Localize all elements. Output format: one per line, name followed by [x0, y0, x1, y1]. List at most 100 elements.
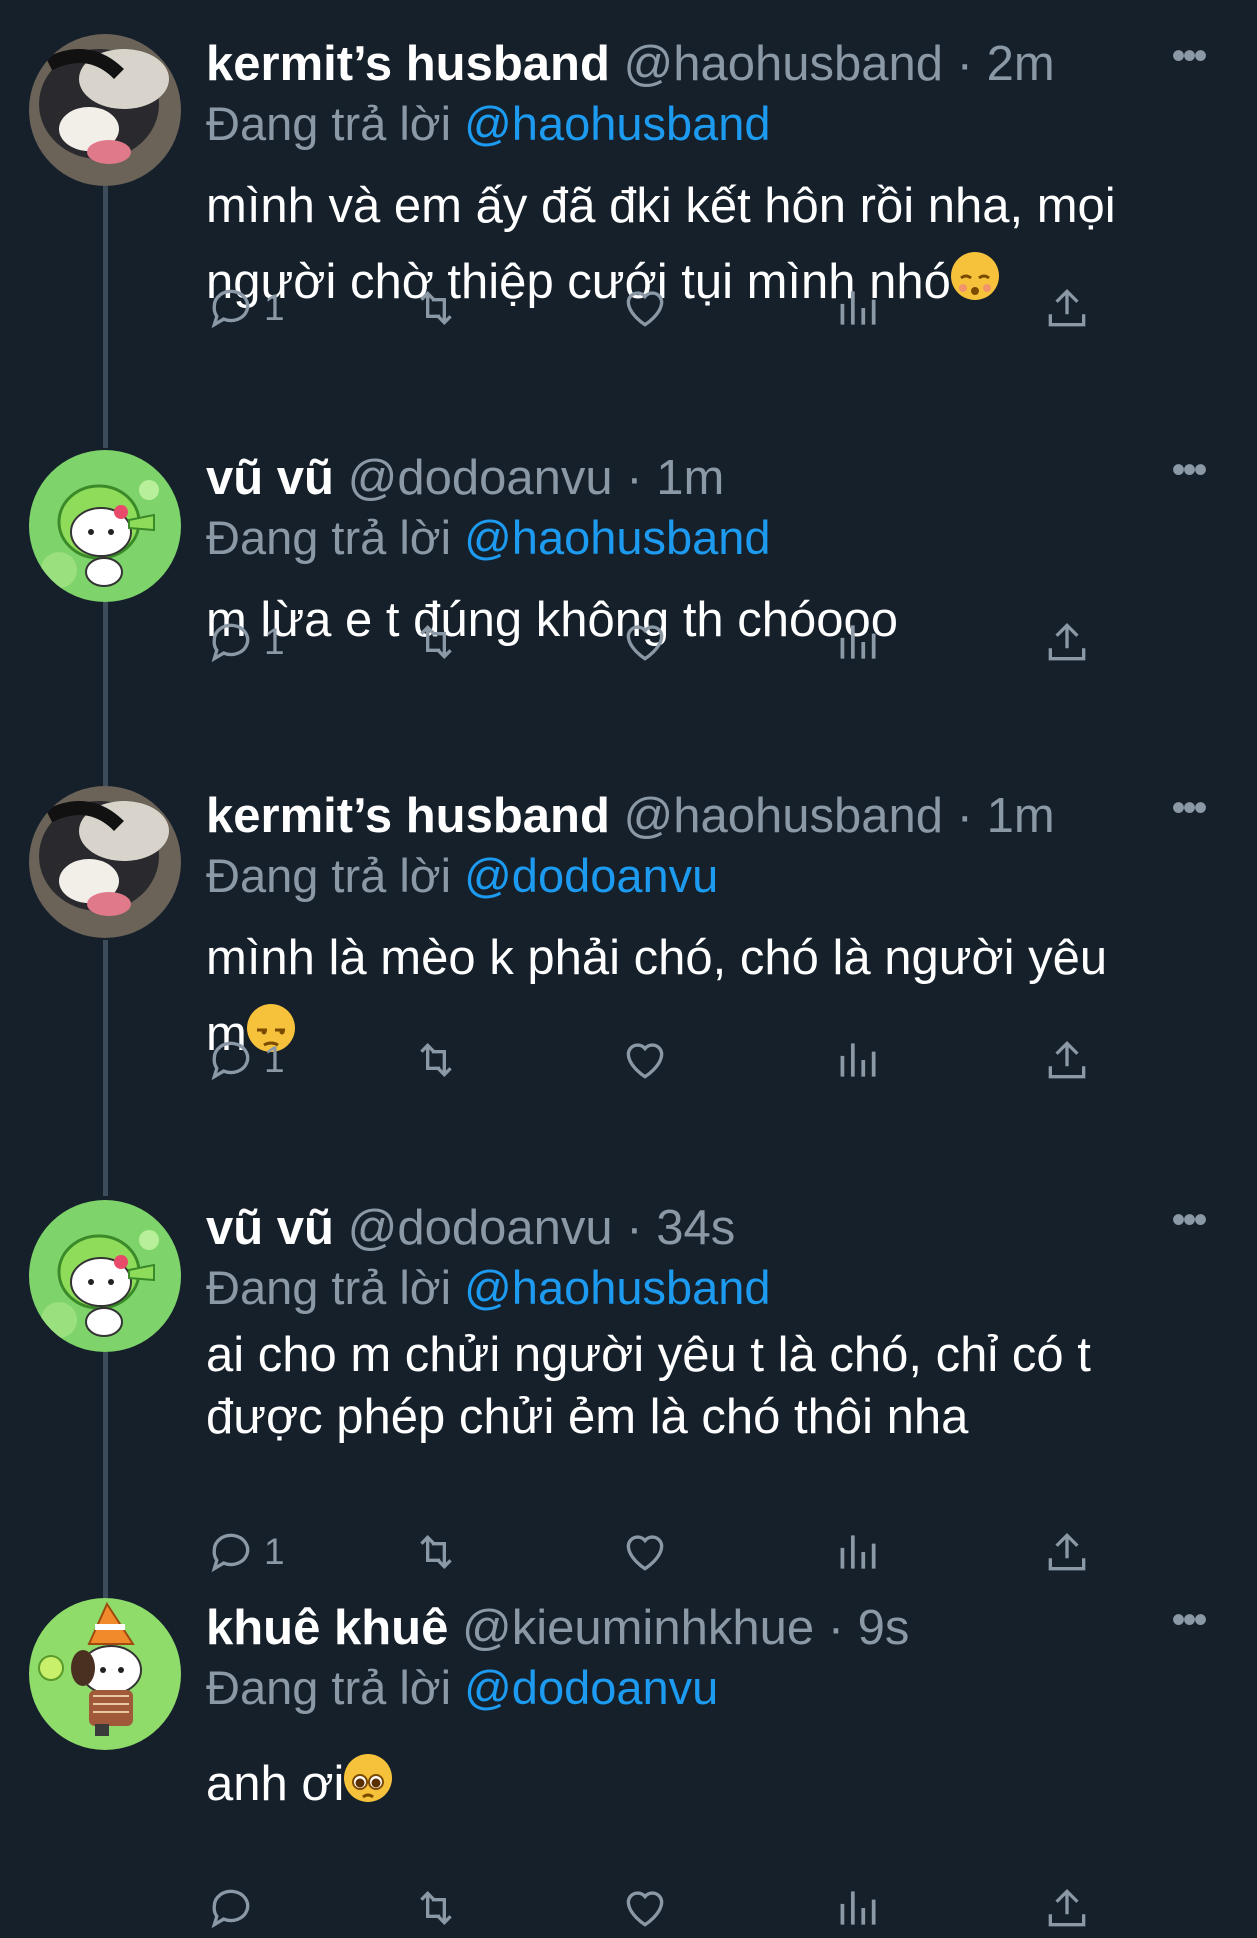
retweet-button[interactable]: [411, 612, 461, 672]
share-icon: [1048, 1040, 1086, 1079]
tweet-text: anh ơi: [206, 1746, 1206, 1822]
retweet-button[interactable]: [411, 1878, 461, 1938]
user-handle[interactable]: @dodoanvu: [348, 451, 613, 505]
display-name[interactable]: vũ vũ: [206, 451, 334, 505]
mention-link[interactable]: @haohusband: [464, 1261, 770, 1314]
display-name[interactable]: kermit’s husband: [206, 37, 610, 91]
action-bar: 1: [206, 278, 1106, 338]
avatar[interactable]: [29, 1598, 181, 1750]
avatar[interactable]: [29, 34, 181, 186]
reply-button[interactable]: 1: [206, 612, 285, 672]
like-icon: [626, 1043, 664, 1079]
like-icon: [626, 1535, 664, 1571]
tweet-header: kermit’s husband @haohusband · 1m: [206, 786, 1055, 846]
display-name[interactable]: vũ vũ: [206, 1201, 334, 1255]
user-handle[interactable]: @haohusband: [624, 789, 944, 843]
more-icon[interactable]: •••: [1163, 788, 1213, 838]
separator-dot: ·: [626, 1201, 643, 1255]
views-button[interactable]: [832, 1522, 882, 1582]
thread-line: [103, 186, 108, 448]
share-button[interactable]: [1042, 278, 1092, 338]
like-icon: [626, 291, 664, 327]
tweet-text-line: anh ơi: [206, 1746, 1206, 1822]
thread-line: [103, 602, 108, 786]
more-icon[interactable]: •••: [1163, 450, 1213, 500]
user-handle[interactable]: @kieuminhkhue: [462, 1601, 814, 1655]
tweet-header: vũ vũ @dodoanvu · 34s: [206, 1198, 735, 1258]
share-button[interactable]: [1042, 1878, 1092, 1938]
like-button[interactable]: [620, 1878, 670, 1938]
tweet-header: khuê khuê @kieuminhkhue · 9s: [206, 1598, 909, 1658]
action-bar: 1: [206, 1030, 1106, 1090]
replying-prefix: Đang trả lời: [206, 1661, 452, 1714]
like-button[interactable]: [620, 612, 670, 672]
replying-to: Đang trả lời @haohusband: [206, 1258, 771, 1318]
reply-icon: [211, 1041, 250, 1081]
action-bar: 1: [206, 612, 1106, 672]
replying-prefix: Đang trả lời: [206, 849, 452, 902]
views-icon: [840, 625, 876, 659]
separator-dot: ·: [956, 37, 973, 91]
reply-button[interactable]: [206, 1878, 264, 1938]
views-button[interactable]: [832, 1878, 882, 1938]
retweet-button[interactable]: [411, 278, 461, 338]
timestamp[interactable]: 1m: [656, 451, 724, 505]
views-button[interactable]: [832, 278, 882, 338]
reply-button[interactable]: 1: [206, 1522, 285, 1582]
display-name[interactable]: kermit’s husband: [206, 789, 610, 843]
replying-prefix: Đang trả lời: [206, 511, 452, 564]
timestamp[interactable]: 1m: [987, 789, 1055, 843]
reply-button[interactable]: 1: [206, 278, 285, 338]
views-button[interactable]: [832, 1030, 882, 1090]
tweet-header: vũ vũ @dodoanvu · 1m: [206, 448, 724, 508]
separator-dot: ·: [626, 451, 643, 505]
user-handle[interactable]: @dodoanvu: [348, 1201, 613, 1255]
more-icon[interactable]: •••: [1163, 1200, 1213, 1250]
retweet-icon: [420, 1043, 452, 1077]
share-icon: [1048, 622, 1086, 661]
reply-icon: [211, 623, 250, 663]
reply-count: 1: [264, 621, 285, 662]
reply-count: 1: [264, 1039, 285, 1080]
replying-prefix: Đang trả lời: [206, 97, 452, 150]
replying-to: Đang trả lời @haohusband: [206, 508, 771, 568]
mention-link[interactable]: @haohusband: [464, 97, 770, 150]
timestamp[interactable]: 9s: [858, 1601, 910, 1655]
views-icon: [840, 1891, 876, 1925]
like-button[interactable]: [620, 1522, 670, 1582]
mention-link[interactable]: @dodoanvu: [464, 849, 718, 902]
timestamp[interactable]: 34s: [656, 1201, 735, 1255]
retweet-button[interactable]: [411, 1030, 461, 1090]
reply-icon: [211, 289, 250, 329]
timestamp[interactable]: 2m: [987, 37, 1055, 91]
share-button[interactable]: [1042, 612, 1092, 672]
like-button[interactable]: [620, 1030, 670, 1090]
views-button[interactable]: [832, 612, 882, 672]
tweet-text-line: mình và em ấy đã đki kết hôn rồi nha, mọ…: [206, 179, 1116, 233]
avatar[interactable]: [29, 1200, 181, 1352]
retweet-button[interactable]: [411, 1522, 461, 1582]
tweet-text-line: được phép chửi ẻm là chó thôi nha: [206, 1390, 969, 1444]
more-icon[interactable]: •••: [1163, 1600, 1213, 1650]
share-button[interactable]: [1042, 1030, 1092, 1090]
avatar[interactable]: [29, 450, 181, 602]
more-icon[interactable]: •••: [1163, 36, 1213, 86]
share-button[interactable]: [1042, 1522, 1092, 1582]
reply-button[interactable]: 1: [206, 1030, 285, 1090]
views-icon: [840, 291, 876, 325]
share-icon: [1048, 1888, 1086, 1927]
display-name[interactable]: khuê khuê: [206, 1601, 448, 1655]
replying-to: Đang trả lời @dodoanvu: [206, 1658, 718, 1718]
retweet-icon: [420, 625, 452, 659]
like-button[interactable]: [620, 278, 670, 338]
separator-dot: ·: [956, 789, 973, 843]
thread-line: [103, 940, 108, 1196]
user-handle[interactable]: @haohusband: [624, 37, 944, 91]
views-icon: [840, 1535, 876, 1569]
retweet-icon: [420, 291, 452, 325]
mention-link[interactable]: @dodoanvu: [464, 1661, 718, 1714]
like-icon: [626, 1891, 664, 1927]
share-icon: [1048, 288, 1086, 327]
avatar[interactable]: [29, 786, 181, 938]
mention-link[interactable]: @haohusband: [464, 511, 770, 564]
